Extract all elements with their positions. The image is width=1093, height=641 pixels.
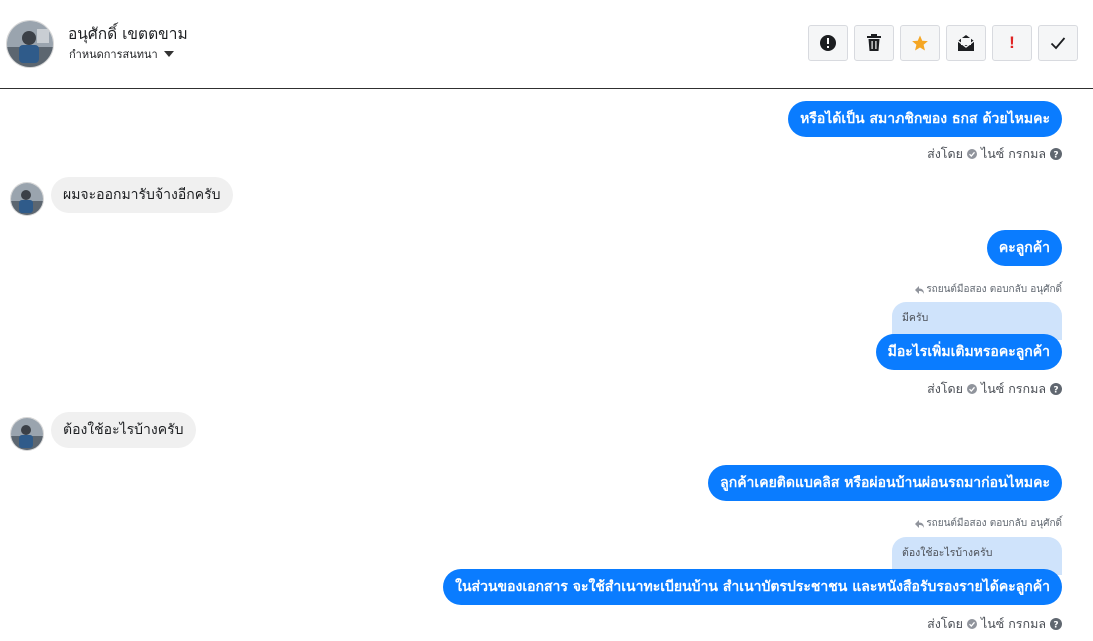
conversation-settings-dropdown[interactable]: กำหนดการสนทนา — [69, 45, 174, 63]
mark-spam-button[interactable] — [808, 25, 848, 61]
svg-text:?: ? — [1053, 385, 1058, 395]
star-button[interactable] — [900, 25, 940, 61]
delete-button[interactable] — [854, 25, 894, 61]
exclamation-icon: ! — [1009, 33, 1015, 52]
outgoing-message[interactable]: มีอะไรเพิ่มเติมหรอคะลูกค้า — [875, 334, 1062, 370]
incoming-message[interactable]: ต้องใช้อะไรบ้างครับ — [51, 412, 196, 448]
star-icon — [912, 35, 928, 51]
sender-name: ไนซ์ กรกมล — [980, 146, 1046, 161]
help-icon[interactable]: ? — [1050, 148, 1062, 160]
contact-name: อนุศักดิ์ เขตตขาม — [68, 25, 188, 43]
sent-by-prefix: ส่งโดย — [927, 381, 963, 396]
reply-arrow-icon — [915, 519, 925, 528]
conversation-settings-label: กำหนดการสนทนา — [69, 48, 158, 61]
reply-hint-text: รถยนต์มือสอง ตอบกลับ อนุศักดิ์ — [926, 284, 1062, 295]
svg-text:?: ? — [1053, 150, 1058, 160]
mark-unread-button[interactable] — [946, 25, 986, 61]
conversation-toolbar: ! — [808, 25, 1078, 61]
contact-avatar-small[interactable] — [10, 182, 44, 216]
contact-avatar-small[interactable] — [10, 417, 44, 451]
checkmark-icon — [1050, 37, 1066, 50]
priority-button[interactable]: ! — [992, 25, 1032, 61]
conversation-page: อนุศักดิ์ เขตตขาม กำหนดการสนทนา ! หรือได… — [0, 0, 1093, 641]
outgoing-message[interactable]: หรือได้เป็น สมาภชิกของ ธกส ด้วยไหมคะ — [788, 101, 1062, 137]
sent-by-label: ส่งโดย ไนซ์ กรกมล ? — [927, 144, 1062, 164]
sent-by-prefix: ส่งโดย — [927, 616, 963, 631]
reply-indicator: รถยนต์มือสอง ตอบกลับ อนุศักดิ์ — [915, 516, 1062, 531]
conversation-header: อนุศักดิ์ เขตตขาม กำหนดการสนทนา ! — [0, 0, 1093, 89]
chevron-down-icon — [163, 51, 174, 57]
done-button[interactable] — [1038, 25, 1078, 61]
trash-icon — [867, 34, 881, 51]
check-circle-icon — [966, 384, 977, 394]
check-circle-icon — [966, 149, 977, 159]
reply-hint-text: รถยนต์มือสอง ตอบกลับ อนุศักดิ์ — [926, 518, 1062, 529]
sender-name: ไนซ์ กรกมล — [980, 616, 1046, 631]
check-circle-icon — [966, 619, 977, 629]
sent-by-label: ส่งโดย ไนซ์ กรกมล ? — [927, 379, 1062, 399]
alert-circle-icon — [820, 35, 836, 51]
svg-text:?: ? — [1053, 620, 1058, 630]
help-icon[interactable]: ? — [1050, 383, 1062, 395]
envelope-icon — [957, 35, 975, 51]
sent-by-prefix: ส่งโดย — [927, 146, 963, 161]
outgoing-message[interactable]: ลูกค้าเคยติดแบคลิส หรือผ่อนบ้านผ่อนรถมาก… — [708, 465, 1062, 501]
sent-by-label: ส่งโดย ไนซ์ กรกมล ? — [927, 614, 1062, 634]
outgoing-message[interactable]: ในส่วนของเอกสาร จะใช้สำเนาทะเบียนบ้าน สำ… — [443, 569, 1062, 605]
outgoing-message[interactable]: คะลูกค้า — [986, 230, 1062, 266]
reply-arrow-icon — [915, 285, 925, 294]
contact-avatar[interactable] — [6, 20, 54, 68]
help-icon[interactable]: ? — [1050, 618, 1062, 630]
sender-name: ไนซ์ กรกมล — [980, 381, 1046, 396]
reply-indicator: รถยนต์มือสอง ตอบกลับ อนุศักดิ์ — [915, 282, 1062, 297]
incoming-message[interactable]: ผมจะออกมารับจ้างอีกครับ — [51, 177, 233, 213]
